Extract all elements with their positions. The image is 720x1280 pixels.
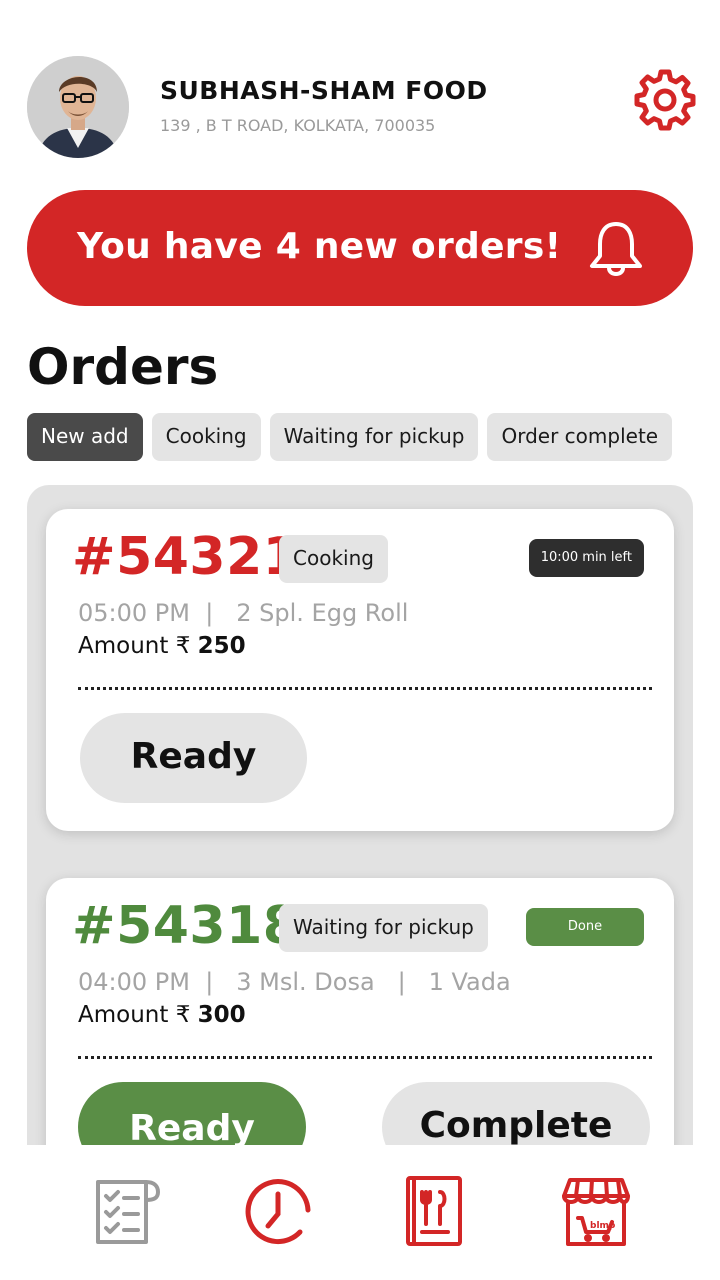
amount-label: Amount	[78, 1002, 169, 1028]
tab-order-complete[interactable]: Order complete	[487, 413, 673, 461]
new-orders-text: You have 4 new orders!	[77, 226, 562, 267]
clock-icon	[245, 1179, 311, 1244]
order-time: 04:00 PM	[78, 968, 190, 996]
order-status-tabs: New add Cooking Waiting for pickup Order co…	[27, 413, 720, 461]
nav-orders-list[interactable]	[88, 1172, 168, 1252]
done-button[interactable]: Done	[526, 908, 644, 946]
settings-button[interactable]	[633, 68, 697, 132]
currency-symbol: ₹	[175, 633, 191, 659]
nav-store[interactable]: blmp	[556, 1172, 636, 1252]
amount-label: Amount	[78, 633, 169, 659]
orders-list[interactable]: #54321 Cooking 10:00 min left 05:00 PM |…	[27, 485, 693, 1145]
separator: |	[197, 968, 229, 996]
amount-value: 300	[197, 1002, 246, 1028]
dotted-divider	[78, 687, 652, 690]
order-card: #54321 Cooking 10:00 min left 05:00 PM |…	[46, 509, 674, 831]
bell-icon	[585, 218, 647, 280]
order-id: #54318	[72, 896, 300, 956]
order-time: 05:00 PM	[78, 599, 190, 627]
new-orders-banner[interactable]: You have 4 new orders!	[27, 190, 693, 306]
avatar[interactable]	[27, 56, 129, 158]
order-amount: Amount ₹ 300	[78, 1002, 246, 1028]
store-name: SUBHASH-SHAM FOOD	[160, 76, 488, 105]
ready-button[interactable]: Ready	[80, 713, 307, 803]
order-items: 2 Spl. Egg Roll	[236, 599, 409, 627]
order-id: #54321	[72, 527, 300, 587]
status-badge: Cooking	[279, 535, 388, 583]
menu-book-icon	[406, 1176, 462, 1246]
order-amount: Amount ₹ 250	[78, 633, 246, 659]
tab-waiting-for-pickup[interactable]: Waiting for pickup	[269, 413, 479, 461]
tab-cooking[interactable]: Cooking	[151, 413, 261, 461]
nav-menu[interactable]	[394, 1172, 474, 1252]
svg-text:blmp: blmp	[590, 1221, 616, 1231]
order-card: #54318 Waiting for pickup Done 04:00 PM …	[46, 878, 674, 1145]
store-header: SUBHASH-SHAM FOOD 139 , B T ROAD, KOLKAT…	[27, 56, 697, 160]
bottom-navigation: blmp	[0, 1146, 720, 1280]
tab-new-add[interactable]: New add	[27, 413, 143, 461]
complete-button[interactable]: Complete	[382, 1082, 650, 1145]
amount-value: 250	[197, 633, 246, 659]
checklist-icon	[96, 1180, 160, 1244]
nav-history[interactable]	[238, 1172, 318, 1252]
currency-symbol: ₹	[175, 1002, 191, 1028]
dotted-divider	[78, 1056, 652, 1059]
order-meta: 04:00 PM | 3 Msl. Dosa | 1 Vada	[78, 968, 511, 996]
order-items-extra: 1 Vada	[428, 968, 511, 996]
store-address: 139 , B T ROAD, KOLKATA, 700035	[160, 116, 436, 135]
status-badge: Waiting for pickup	[279, 904, 488, 952]
separator: |	[197, 599, 229, 627]
time-left-badge: 10:00 min left	[528, 539, 644, 577]
store-icon: blmp	[562, 1178, 630, 1246]
separator: |	[382, 968, 421, 996]
order-meta: 05:00 PM | 2 Spl. Egg Roll	[78, 599, 408, 627]
ready-button[interactable]: Ready	[78, 1082, 306, 1145]
user-avatar-icon	[27, 56, 129, 158]
gear-icon	[634, 69, 696, 131]
order-items: 3 Msl. Dosa	[236, 968, 375, 996]
orders-title: Orders	[27, 338, 219, 396]
